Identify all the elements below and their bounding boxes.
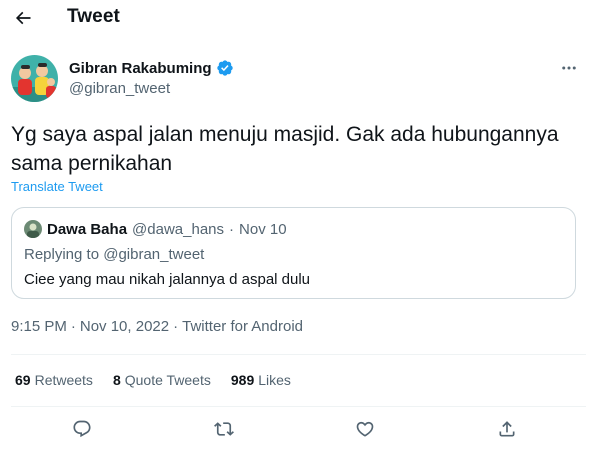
author-name-row[interactable]: Gibran Rakabuming [69,59,234,77]
quote-tweets-label: Quote Tweets [124,372,211,388]
like-button[interactable] [350,414,380,444]
tweet-stats: 69 Retweets 8 Quote Tweets 989 Likes [15,372,291,388]
divider [11,354,586,355]
tweet-time[interactable]: 9:15 PM [11,318,67,335]
likes-count: 989 [230,372,255,388]
likes-stat[interactable]: 989 Likes [231,372,291,388]
author-handle[interactable]: @gibran_tweet [69,80,170,97]
retweets-label: Retweets [34,372,93,388]
quote-replying-to: Replying to @gibran_tweet [24,246,205,263]
heart-icon [356,421,374,437]
tweet-actions [0,414,596,444]
quote-tweets-count: 8 [112,372,121,388]
more-button[interactable] [558,59,580,77]
author-row: Gibran Rakabuming @gibran_tweet [11,55,586,105]
page-title: Tweet [67,6,120,27]
tweet-text: Yg saya aspal jalan menuju masjid. Gak a… [11,123,559,175]
share-button[interactable] [492,414,522,444]
retweet-icon [214,422,234,436]
reply-button[interactable] [67,414,97,444]
translate-tweet-link[interactable]: Translate Tweet [11,179,103,194]
divider [11,406,586,407]
more-horizontal-icon [562,66,576,70]
quote-author-name: Dawa Baha [47,220,128,238]
share-icon [499,421,515,437]
avatar[interactable] [11,55,58,102]
arrow-left-icon [15,11,31,25]
retweets-count: 69 [15,372,31,388]
quoted-tweet-card[interactable]: Dawa Baha @dawa_hans · Nov 10 Replying t… [11,207,576,299]
back-button[interactable] [10,5,36,31]
tweet-source[interactable]: Twitter for Android [182,318,303,335]
tweet-meta: 9:15 PM · Nov 10, 2022 · Twitter for And… [11,318,303,335]
retweets-stat[interactable]: 69 Retweets [15,372,93,388]
likes-label: Likes [258,372,291,388]
verified-badge-icon [216,60,233,76]
quote-text: Ciee yang mau nikah jalannya d aspal dul… [24,271,311,288]
quote-avatar[interactable] [24,220,42,238]
tweet-header: Tweet [0,0,596,36]
quote-separator: · [229,220,235,238]
quoted-tweet-header: Dawa Baha @dawa_hans · Nov 10 [24,220,287,238]
author-name: Gibran Rakabuming [69,59,212,77]
retweet-button[interactable] [209,414,239,444]
tweet-date[interactable]: Nov 10, 2022 [80,318,169,335]
quote-tweets-stat[interactable]: 8 Quote Tweets [113,372,211,388]
meta-separator: · [70,318,76,335]
quote-author-handle: @dawa_hans [132,220,225,238]
quote-date: Nov 10 [239,220,287,238]
meta-separator-2: · [173,318,179,335]
reply-icon [73,420,91,438]
